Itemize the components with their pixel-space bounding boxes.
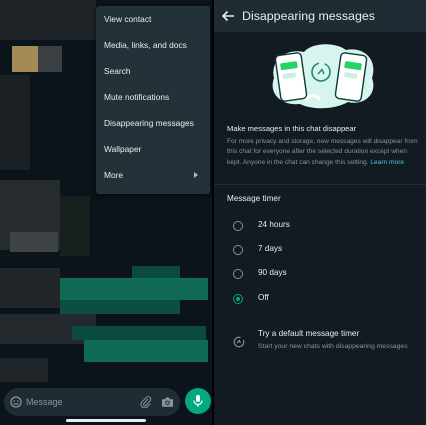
blurred-message	[60, 196, 90, 256]
menu-item-mute-notifications[interactable]: Mute notifications	[104, 86, 206, 108]
menu-item-disappearing-messages[interactable]: Disappearing messages	[104, 112, 206, 134]
blurred-message	[0, 75, 30, 170]
menu-item-media-links-docs[interactable]: Media, links, and docs	[104, 34, 206, 56]
timer-option-label: 24 hours	[258, 220, 290, 229]
timer-option-24-hours[interactable]: 24 hours	[230, 218, 410, 236]
blurred-avatar	[12, 46, 38, 72]
timer-option-off[interactable]: Off	[230, 291, 410, 309]
learn-more-link[interactable]: Learn more	[370, 159, 404, 166]
menu-item-wallpaper[interactable]: Wallpaper	[104, 138, 206, 160]
message-input-placeholder[interactable]: Message	[26, 388, 63, 416]
chat-overflow-menu: View contact Media, links, and docs Sear…	[96, 6, 210, 194]
radio-button-selected[interactable]	[233, 294, 243, 304]
mic-button[interactable]	[185, 388, 211, 414]
radio-button[interactable]	[233, 221, 243, 231]
message-composer[interactable]: Message	[4, 388, 180, 416]
divider	[214, 184, 426, 185]
blurred-outgoing-message	[84, 340, 208, 362]
default-timer-title: Try a default message timer	[258, 329, 360, 338]
app-bar: Disappearing messages	[214, 0, 426, 32]
phones-timer-illustration	[272, 44, 374, 109]
mic-icon	[193, 395, 203, 407]
timer-option-label: Off	[258, 293, 269, 302]
paperclip-icon[interactable]	[140, 396, 152, 408]
blurred-message	[0, 358, 48, 382]
blurred-outgoing-message	[60, 300, 180, 314]
blurred-message	[10, 232, 58, 252]
back-arrow-icon[interactable]	[220, 8, 236, 24]
timer-icon	[233, 336, 245, 348]
description-text: For more privacy and storage, new messag…	[227, 137, 419, 168]
blurred-message	[0, 268, 60, 308]
blurred-avatar	[38, 46, 62, 72]
menu-item-search[interactable]: Search	[104, 60, 206, 82]
default-timer-subtitle: Start your new chats with disappearing m…	[258, 343, 408, 350]
home-indicator	[66, 419, 146, 422]
timer-option-7-days[interactable]: 7 days	[230, 242, 410, 260]
section-heading: Make messages in this chat disappear	[227, 124, 357, 133]
page-title: Disappearing messages	[242, 9, 375, 23]
blurred-outgoing-message	[60, 278, 208, 300]
timer-option-90-days[interactable]: 90 days	[230, 266, 410, 284]
menu-item-view-contact[interactable]: View contact	[104, 8, 206, 30]
radio-button[interactable]	[233, 269, 243, 279]
timer-option-label: 7 days	[258, 244, 283, 253]
default-timer-row[interactable]: Try a default message timer Start your n…	[214, 326, 426, 366]
chat-screen: View contact Media, links, and docs Sear…	[0, 0, 212, 425]
disappearing-messages-screen: Disappearing messages Make messages in t…	[214, 0, 426, 425]
timer-option-label: 90 days	[258, 268, 287, 277]
message-timer-heading: Message timer	[227, 194, 281, 203]
chevron-right-icon	[194, 172, 198, 178]
blurred-avatar	[0, 0, 96, 40]
radio-button[interactable]	[233, 245, 243, 255]
camera-icon[interactable]	[161, 396, 174, 408]
blurred-outgoing-message	[72, 326, 206, 340]
menu-item-more[interactable]: More	[104, 164, 206, 186]
menu-item-more-label: More	[104, 170, 124, 180]
emoji-icon[interactable]	[10, 396, 22, 408]
